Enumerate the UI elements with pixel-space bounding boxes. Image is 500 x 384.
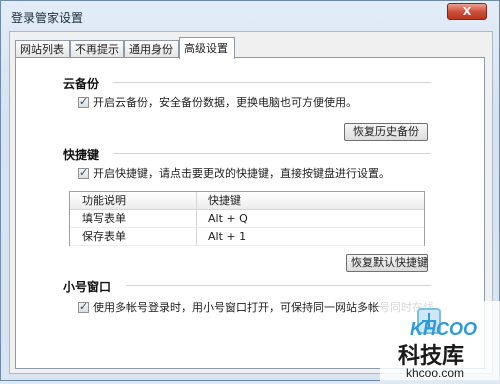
backup-option[interactable]: 开启云备份，安全备份数据，更换电脑也可方便使用。 <box>78 94 357 110</box>
window-title: 登录管家设置 <box>11 11 84 25</box>
row-hotkey[interactable]: Alt + 1 <box>196 228 246 245</box>
tab-general-identity[interactable]: 通用身份 <box>124 40 179 58</box>
column-header-hotkey: 快捷键 <box>208 194 241 207</box>
row-hotkey[interactable]: Alt + Q <box>196 210 248 227</box>
table-header: 功能说明 快捷键 <box>70 192 424 210</box>
table-row[interactable]: 填写表单 Alt + Q <box>70 210 424 228</box>
title-bar[interactable]: 登录管家设置 X <box>1 1 499 29</box>
backup-checkbox-label: 开启云备份，安全备份数据，更换电脑也可方便使用。 <box>93 96 357 109</box>
watermark-logo: KHCOO 科技库 khcoo.com <box>380 301 500 381</box>
backup-section-title: 云备份 <box>63 77 100 91</box>
watermark-url: khcoo.com <box>406 366 464 380</box>
watermark: KHCOO 科技库 khcoo.com <box>380 301 500 381</box>
small-window-checkbox[interactable] <box>78 300 89 313</box>
backup-divider <box>113 82 431 83</box>
hotkeys-divider <box>113 153 431 154</box>
close-button[interactable]: X <box>447 3 487 20</box>
small-window-section-title: 小号窗口 <box>63 280 112 294</box>
tab-no-prompt[interactable]: 不再提示 <box>70 40 124 58</box>
hotkeys-checkbox[interactable] <box>78 166 89 179</box>
reset-hotkeys-button[interactable]: 恢复默认快捷键 <box>346 254 428 272</box>
small-window-divider <box>126 285 431 286</box>
hotkeys-table: 功能说明 快捷键 填写表单 Alt + Q 保存表单 Alt + 1 <box>69 191 425 246</box>
hotkeys-section-title: 快捷键 <box>63 148 100 162</box>
row-function: 填写表单 <box>82 212 126 225</box>
column-header-function: 功能说明 <box>82 194 126 207</box>
watermark-brand: KHCOO <box>410 319 477 339</box>
backup-checkbox[interactable] <box>78 95 89 108</box>
hotkeys-checkbox-label: 开启快捷键，请点击要更改的快捷键，直接按键盘进行设置。 <box>93 167 390 180</box>
row-function: 保存表单 <box>82 230 126 243</box>
tab-advanced-settings[interactable]: 高级设置 <box>179 37 235 59</box>
restore-backup-button[interactable]: 恢复历史备份 <box>344 123 428 141</box>
hotkeys-option[interactable]: 开启快捷键，请点击要更改的快捷键，直接按键盘进行设置。 <box>78 165 390 181</box>
tab-website-list[interactable]: 网站列表 <box>15 40 70 58</box>
table-row[interactable]: 保存表单 Alt + 1 <box>70 228 424 246</box>
